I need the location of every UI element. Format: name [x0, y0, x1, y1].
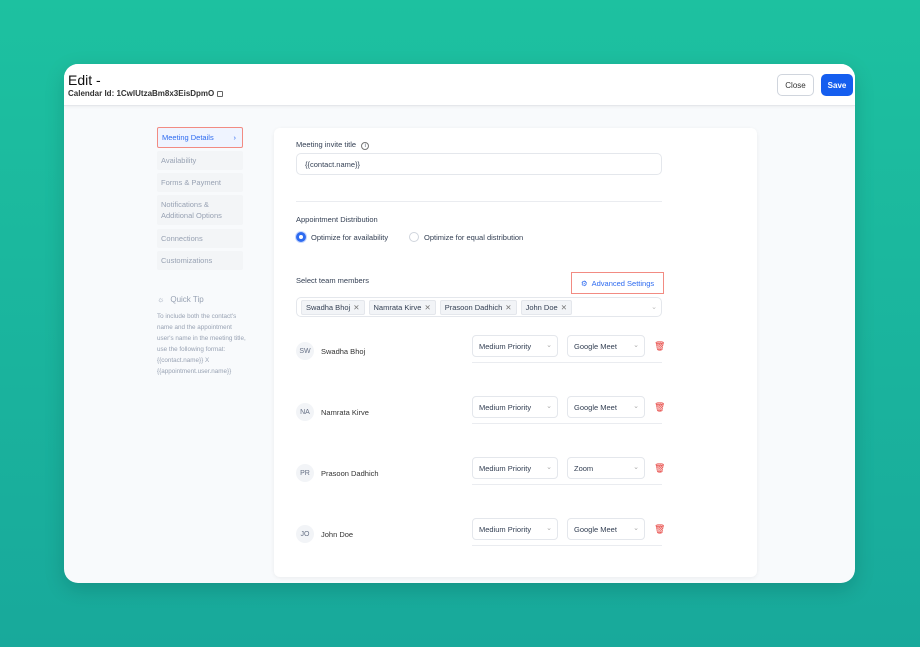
remove-icon[interactable]: ✕ [505, 303, 511, 312]
radio-unchecked[interactable] [409, 232, 419, 242]
member-tag: Namrata Kirve ✕ [368, 299, 436, 315]
trash-icon[interactable]: 🗑 [654, 463, 665, 474]
member-tag: John Doe ✕ [520, 299, 572, 315]
tag-label: Prasoon Dadhich [444, 302, 503, 312]
divider [472, 545, 662, 546]
priority-value: Medium Priority [479, 464, 532, 473]
remove-icon[interactable]: ✕ [561, 303, 567, 312]
priority-value: Medium Priority [479, 403, 532, 412]
trash-icon[interactable]: 🗑 [654, 341, 665, 352]
divider [296, 201, 662, 202]
quick-tip: ☼ Quick Tip To include both the contact's… [157, 294, 247, 377]
sidebar-item-forms-payment[interactable]: Forms & Payment [157, 173, 243, 192]
advanced-settings-label: Advanced Settings [591, 278, 655, 288]
chevron-down-icon: ⌄ [633, 525, 639, 532]
team-members-select[interactable]: Swadha Bhoj ✕ Namrata Kirve ✕ Prasoon Dadh… [296, 297, 662, 317]
radio-label: Optimize for equal distribution [424, 232, 524, 242]
avatar: SW [296, 342, 314, 360]
priority-select[interactable]: Medium Priority ⌄ [472, 518, 558, 540]
quick-tip-title: Quick Tip [170, 295, 204, 304]
chevron-down-icon: ⌄ [546, 342, 552, 349]
radio-optimize-availability[interactable]: Optimize for availability [296, 232, 388, 242]
page-title: Edit - [68, 72, 101, 88]
divider [472, 362, 662, 363]
tag-label: Namrata Kirve [373, 302, 422, 312]
chevron-down-icon: ⌄ [633, 403, 639, 410]
tag-label: John Doe [525, 302, 558, 312]
invite-title-input[interactable]: {{contact.name}} [296, 153, 662, 175]
location-select[interactable]: Google Meet ⌄ [567, 335, 645, 357]
member-name: Swadha Bhoj [321, 347, 366, 356]
sidebar-item-label: Meeting Details [162, 133, 214, 142]
member-row: PR Prasoon Dadhich Medium Priority ⌄ Zoom… [296, 457, 665, 504]
avatar: PR [296, 464, 314, 482]
copy-icon[interactable] [217, 90, 224, 97]
radio-checked[interactable] [296, 232, 306, 242]
trash-icon[interactable]: 🗑 [654, 402, 665, 413]
invite-title-label: Meeting invite title i [296, 140, 370, 150]
location-value: Zoom [574, 464, 594, 473]
meeting-details-card: Meeting invite title i {{contact.name}} … [274, 128, 757, 577]
avatar: JO [296, 525, 314, 543]
info-icon: i [361, 142, 370, 150]
priority-value: Medium Priority [479, 342, 532, 351]
calendar-id-text: Calendar Id: 1CwlUtzaBm8x3EisDpmO [68, 89, 215, 98]
sidebar-item-connections[interactable]: Connections [157, 229, 243, 248]
sidebar-item-customizations[interactable]: Customizations [157, 251, 243, 270]
priority-select[interactable]: Medium Priority ⌄ [472, 335, 558, 357]
chevron-down-icon: ⌄ [546, 464, 552, 471]
member-name: Namrata Kirve [321, 408, 369, 417]
quick-tip-text: To include both the contact's name and t… [157, 313, 246, 375]
chevron-down-icon[interactable]: ⌄ [651, 303, 657, 311]
priority-value: Medium Priority [479, 525, 532, 534]
chevron-down-icon: ⌄ [633, 464, 639, 471]
member-row: NA Namrata Kirve Medium Priority ⌄ Google… [296, 396, 665, 443]
remove-icon[interactable]: ✕ [353, 303, 359, 312]
save-button[interactable]: Save [821, 74, 853, 96]
location-value: Google Meet [574, 525, 617, 534]
lightbulb-icon: ☼ [157, 295, 165, 304]
member-row: SW Swadha Bhoj Medium Priority ⌄ Google M… [296, 335, 665, 382]
sidebar-item-notifications[interactable]: Notifications & Additional Options [157, 195, 243, 225]
advanced-settings-button[interactable]: ⚙ Advanced Settings [571, 272, 664, 294]
calendar-id: Calendar Id: 1CwlUtzaBm8x3EisDpmO [68, 89, 224, 98]
team-members-label: Select team members [296, 276, 369, 285]
member-name: John Doe [321, 530, 354, 539]
tag-label: Swadha Bhoj [306, 302, 351, 312]
member-name: Prasoon Dadhich [321, 469, 379, 478]
sidebar-item-meeting-details[interactable]: Meeting Details › [157, 127, 243, 148]
priority-select[interactable]: Medium Priority ⌄ [472, 396, 558, 418]
gear-icon: ⚙ [580, 278, 588, 288]
edit-calendar-window: Edit - Calendar Id: 1CwlUtzaBm8x3EisDpmO… [64, 64, 855, 583]
location-select[interactable]: Zoom ⌄ [567, 457, 645, 479]
header: Edit - Calendar Id: 1CwlUtzaBm8x3EisDpmO… [64, 64, 855, 106]
radio-label: Optimize for availability [311, 232, 389, 242]
member-row: JO John Doe Medium Priority ⌄ Google Meet… [296, 518, 665, 565]
avatar: NA [296, 403, 314, 421]
location-value: Google Meet [574, 403, 617, 412]
location-value: Google Meet [574, 342, 617, 351]
chevron-down-icon: ⌄ [546, 525, 552, 532]
trash-icon[interactable]: 🗑 [654, 524, 665, 535]
member-tag: Swadha Bhoj ✕ [301, 299, 365, 315]
close-button[interactable]: Close [777, 74, 814, 96]
invite-title-label-text: Meeting invite title [296, 140, 357, 149]
chevron-right-icon: › [233, 133, 237, 142]
remove-icon[interactable]: ✕ [424, 303, 430, 312]
sidebar-item-availability[interactable]: Availability [157, 151, 243, 170]
member-tag: Prasoon Dadhich ✕ [439, 299, 517, 315]
priority-select[interactable]: Medium Priority ⌄ [472, 457, 558, 479]
radio-optimize-equal[interactable]: Optimize for equal distribution [409, 232, 523, 242]
location-select[interactable]: Google Meet ⌄ [567, 518, 645, 540]
chevron-down-icon: ⌄ [633, 342, 639, 349]
distribution-label: Appointment Distribution [296, 215, 378, 224]
divider [472, 484, 662, 485]
divider [472, 423, 662, 424]
chevron-down-icon: ⌄ [546, 403, 552, 410]
location-select[interactable]: Google Meet ⌄ [567, 396, 645, 418]
